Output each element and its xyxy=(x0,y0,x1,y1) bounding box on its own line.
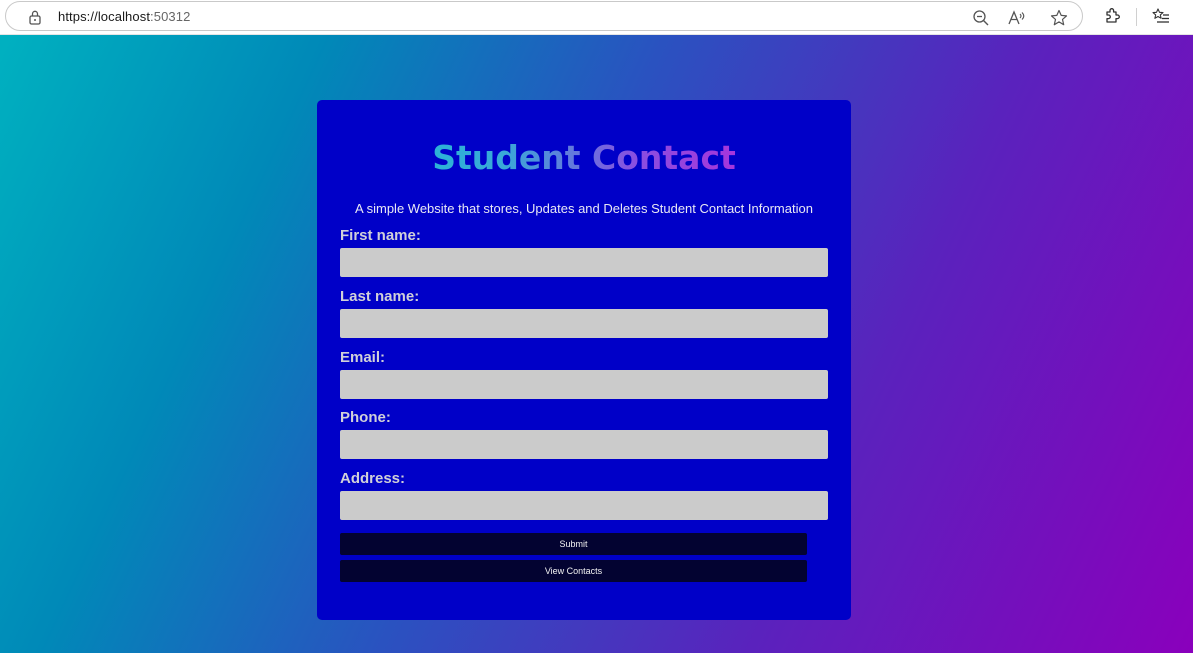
url-text[interactable]: https://localhost:50312 xyxy=(58,9,190,24)
toolbar-separator xyxy=(1136,8,1137,26)
page-background: Student Contact A simple Website that st… xyxy=(0,35,1193,653)
url-host: https://localhost xyxy=(58,9,151,24)
email-label: Email: xyxy=(340,349,386,366)
address-bar[interactable]: https://localhost:50312 xyxy=(5,1,1083,31)
browser-toolbar: https://localhost:50312 xyxy=(0,0,1193,35)
view-contacts-button[interactable]: View Contacts xyxy=(340,560,807,582)
contact-form-card: Student Contact A simple Website that st… xyxy=(317,100,851,620)
address-input[interactable] xyxy=(340,491,828,520)
favorites-list-icon[interactable] xyxy=(1151,6,1171,26)
page-subtitle: A simple Website that stores, Updates an… xyxy=(355,201,813,216)
phone-input[interactable] xyxy=(340,430,828,459)
address-label: Address: xyxy=(340,470,406,487)
lock-icon[interactable] xyxy=(28,9,42,25)
url-port: :50312 xyxy=(150,9,191,24)
page-title: Student Contact xyxy=(317,138,851,177)
zoom-out-icon[interactable] xyxy=(971,8,991,28)
phone-label: Phone: xyxy=(340,409,391,426)
submit-button[interactable]: Submit xyxy=(340,533,807,555)
extensions-icon[interactable] xyxy=(1102,6,1122,26)
read-aloud-icon[interactable] xyxy=(1006,8,1026,28)
first-name-input[interactable] xyxy=(340,248,828,277)
favorite-star-icon[interactable] xyxy=(1049,8,1069,28)
last-name-input[interactable] xyxy=(340,309,828,338)
first-name-label: First name: xyxy=(340,227,421,244)
last-name-label: Last name: xyxy=(340,288,420,305)
email-input[interactable] xyxy=(340,370,828,399)
